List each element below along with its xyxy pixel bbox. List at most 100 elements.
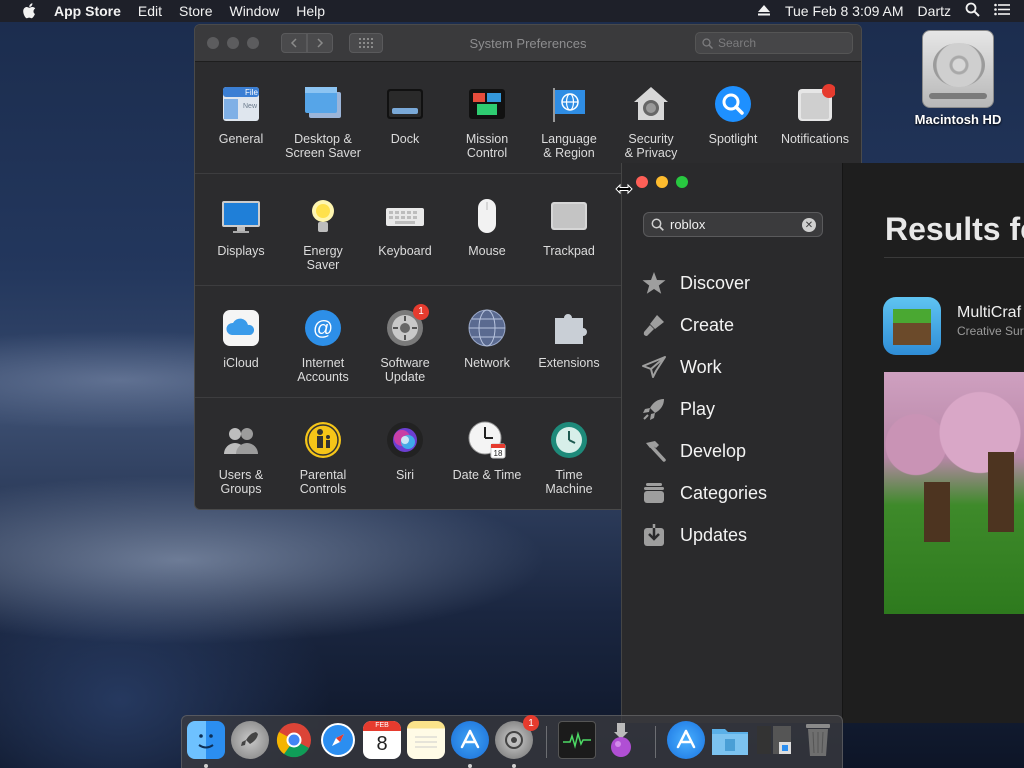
pref-label: Displays [217,244,265,258]
close-button[interactable] [207,37,219,49]
forward-button[interactable] [307,33,333,53]
app-store-window: roblox ✕ Discover Create Work Play Devel… [621,163,1024,723]
macintosh-hd-desktop-icon[interactable]: Macintosh HD [908,30,1008,127]
pref-label: General [218,132,264,146]
pref-desktop-screensaver[interactable]: Desktop & Screen Saver [282,84,364,160]
pref-trackpad[interactable]: Trackpad [528,196,610,258]
downloads-stack-icon[interactable] [755,721,793,759]
date-time-icon: 18 [467,420,507,460]
app-store-main: Results fo MultiCraf Creative Sur [844,163,1024,723]
search-query: roblox [670,217,706,232]
pref-network[interactable]: Network [446,308,528,370]
pref-internet-accounts[interactable]: @ Internet Accounts [282,308,364,384]
siri-icon [385,420,425,460]
software-update-icon: 1 [385,304,429,348]
pref-spotlight[interactable]: Spotlight [692,84,774,146]
safari-icon[interactable] [319,721,357,759]
extensions-icon [549,308,589,348]
nav-label: Develop [680,440,747,461]
zoom-button[interactable] [247,37,259,49]
pref-software-update[interactable]: 1 Software Update [364,304,446,384]
pref-date-time[interactable]: 18 Date & Time [446,420,528,482]
results-divider [884,257,1024,258]
hammer-icon [640,437,668,465]
pref-label: Mouse [468,244,506,258]
calendar-icon[interactable]: FEB 8 [363,721,401,759]
pref-language-region[interactable]: Language & Region [528,84,610,160]
spotlight-search-icon[interactable] [965,2,980,20]
documents-folder-icon[interactable] [711,721,749,759]
pref-keyboard[interactable]: Keyboard [364,196,446,258]
menubar-datetime[interactable]: Tue Feb 8 3:09 AM [785,3,904,19]
zoom-button[interactable] [676,176,688,188]
back-button[interactable] [281,33,307,53]
pref-mouse[interactable]: Mouse [446,196,528,258]
notification-center-icon[interactable] [994,3,1010,19]
pref-label: Date & Time [452,468,522,482]
pref-extensions[interactable]: Extensions [528,308,610,370]
applications-folder-icon[interactable] [667,721,705,759]
dock-icon [385,84,425,124]
pref-label: Internet Accounts [297,356,349,384]
menu-edit[interactable]: Edit [138,3,162,19]
finder-icon[interactable] [187,721,225,759]
chrome-icon[interactable] [275,721,313,759]
sysprefs-search-field[interactable]: Search [695,32,853,54]
pref-notifications[interactable]: Notifications [774,84,856,146]
chevron-left-icon [290,38,297,48]
system-preferences-icon[interactable]: 1 [495,715,539,759]
nav-categories[interactable]: Categories [640,472,767,514]
pref-general[interactable]: File New General [200,84,282,146]
pref-security-privacy[interactable]: Security & Privacy [610,84,692,160]
clear-search-icon[interactable]: ✕ [802,218,816,232]
notes-icon[interactable] [407,721,445,759]
pref-dock[interactable]: Dock [364,84,446,146]
pref-icloud[interactable]: iCloud [200,308,282,370]
pref-energy-saver[interactable]: Energy Saver [282,196,364,272]
activity-monitor-icon[interactable] [558,721,596,759]
nav-play[interactable]: Play [640,388,767,430]
pref-label: Dock [390,132,420,146]
sysprefs-nav-buttons [281,33,333,53]
pref-label: Security & Privacy [624,132,678,160]
app-store-icon[interactable] [451,721,489,759]
nav-updates[interactable]: Updates [640,514,767,556]
nav-work[interactable]: Work [640,346,767,388]
pref-time-machine[interactable]: Time Machine [528,420,610,496]
results-heading: Results fo [885,211,1024,247]
svg-text:@: @ [313,318,333,340]
pref-label: Users & Groups [218,468,264,496]
svg-text:File: File [245,88,258,97]
nav-label: Categories [680,482,768,503]
pref-siri[interactable]: Siri [364,420,446,482]
menu-store[interactable]: Store [179,3,212,19]
nav-discover[interactable]: Discover [640,262,767,304]
trash-icon[interactable] [799,721,837,759]
menu-help[interactable]: Help [296,3,325,19]
sysprefs-titlebar[interactable]: System Preferences Search [195,25,861,62]
installer-icon[interactable] [602,721,640,759]
apple-menu-icon[interactable] [20,2,38,20]
show-all-grid-button[interactable] [349,33,383,53]
result-screenshot[interactable] [884,372,1024,614]
nav-create[interactable]: Create [640,304,767,346]
pref-parental-controls[interactable]: Parental Controls [282,420,364,496]
menubar-user[interactable]: Dartz [918,3,951,19]
close-button[interactable] [636,176,648,188]
pref-mission-control[interactable]: Mission Control [446,84,528,160]
minimize-button[interactable] [656,176,668,188]
menu-app-name[interactable]: App Store [54,3,121,19]
brush-icon [640,311,668,339]
minimize-button[interactable] [227,37,239,49]
system-preferences-badge: 1 [523,715,539,731]
result-app-name[interactable]: MultiCraf [957,304,1021,322]
pref-displays[interactable]: Displays [200,196,282,258]
eject-icon[interactable] [757,3,771,19]
nav-develop[interactable]: Develop [640,430,767,472]
menu-window[interactable]: Window [229,3,279,19]
app-store-search-field[interactable]: roblox ✕ [643,212,823,237]
multicraft-app-icon[interactable] [883,297,941,355]
pref-users-groups[interactable]: Users & Groups [200,420,282,496]
star-icon [640,269,668,297]
launchpad-icon[interactable] [231,721,269,759]
